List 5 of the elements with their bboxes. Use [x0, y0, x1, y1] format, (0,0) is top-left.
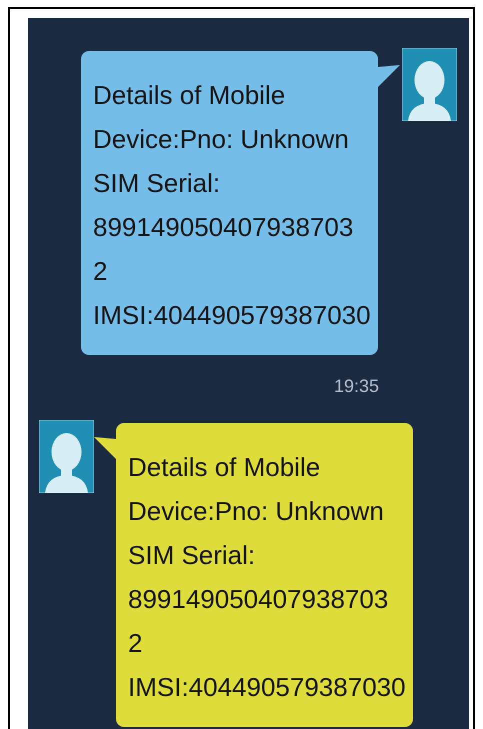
avatar-icon	[402, 48, 457, 121]
avatar-icon	[39, 420, 94, 493]
message-text: Details of Mobile Device:Pno: Unknown SIM Serial: 899149050407938703 2 IMSI:404490579387030	[93, 79, 372, 332]
message-time: 19:35	[334, 375, 379, 398]
message-text: Details of Mobile Device:Pno: Unknown SIM Serial: 899149050407938703 2 IMSI:404490579387030	[128, 451, 407, 704]
